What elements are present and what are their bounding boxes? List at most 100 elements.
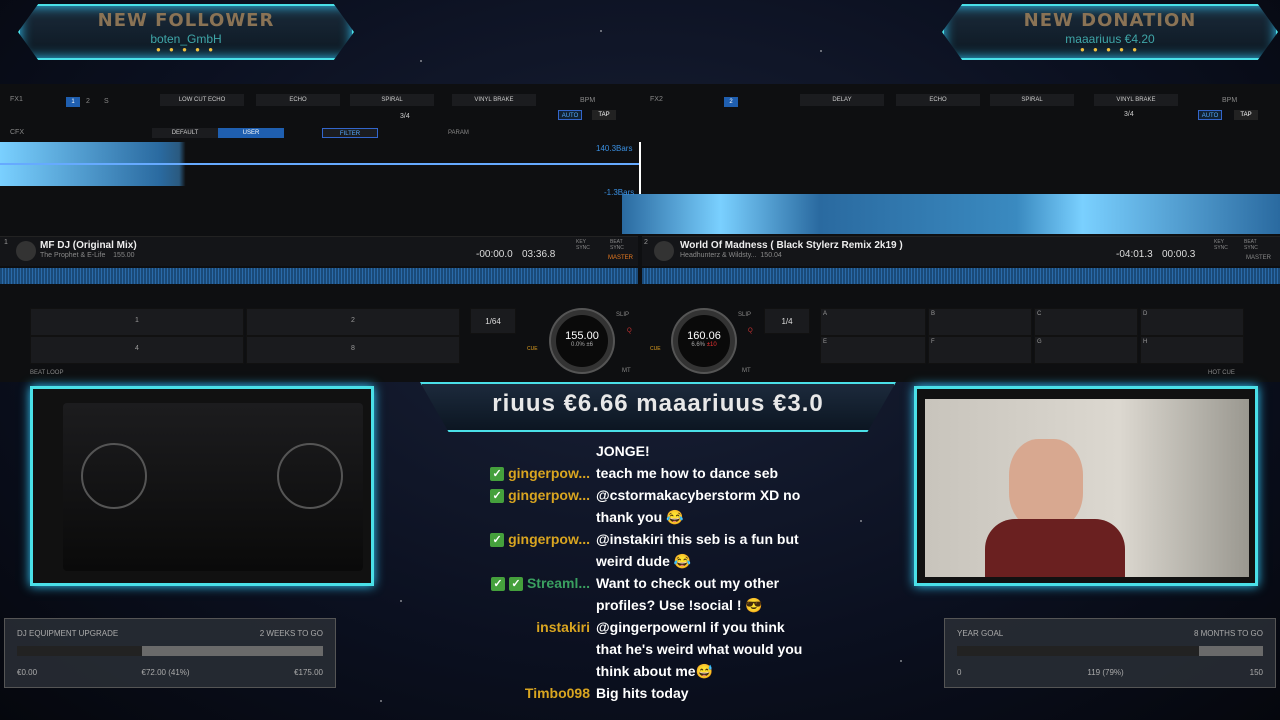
pad-4[interactable]: 4: [30, 336, 244, 364]
pad-1[interactable]: 1: [30, 308, 244, 336]
deck2-hot-cue-label: HOT CUE: [1208, 370, 1235, 376]
dj-software-window: FX1 1 2 S LOW CUT ECHO ECHO SPIRAL VINYL…: [0, 84, 1280, 382]
deck2-artist: Headhunterz & Wildsty...: [680, 252, 757, 259]
deck2-key-sync[interactable]: KEY SYNC: [1214, 239, 1230, 251]
fx1-slot-1[interactable]: 1: [66, 97, 80, 107]
deck2-cue[interactable]: CUE: [650, 346, 661, 352]
chat-message: ✓ ✓ Streaml... Want to check out my other p…: [490, 572, 810, 616]
deck2-jog-bpm: 160.06: [687, 330, 721, 342]
deck2-slip[interactable]: SLIP: [738, 312, 751, 318]
goal-time: 2 WEEKS TO GO: [259, 629, 323, 638]
deck2-jog-range: ±10: [706, 342, 717, 348]
chat-username[interactable]: ✓ gingerpow...: [490, 462, 596, 484]
chat-message: JONGE!: [490, 440, 810, 462]
hot-cue-b[interactable]: B: [928, 308, 1032, 336]
hot-cue-c[interactable]: C: [1034, 308, 1138, 336]
chat-text: JONGE!: [596, 443, 650, 459]
fx2-tap-button[interactable]: TAP: [1234, 110, 1258, 120]
chat-text: Want to check out my other profiles? Use…: [596, 575, 780, 613]
pad-2[interactable]: 2: [246, 308, 460, 336]
chat-username[interactable]: Timbo098: [490, 682, 596, 704]
fx2-effect-1[interactable]: DELAY: [800, 94, 884, 106]
deck1-number: 1: [4, 239, 8, 246]
hot-cue-e[interactable]: E: [820, 336, 926, 364]
fx2-effect-2[interactable]: ECHO: [896, 94, 980, 106]
chat-username[interactable]: ✓ gingerpow...: [490, 528, 596, 572]
chat-message: instakiri @gingerpowernl if you think tha…: [490, 616, 810, 682]
deck2-q[interactable]: Q: [748, 328, 753, 334]
fx1-effect-2[interactable]: ECHO: [256, 94, 340, 106]
chat-username[interactable]: ✓ gingerpow...: [490, 484, 596, 528]
hot-cue-f[interactable]: F: [928, 336, 1032, 364]
deck2-bpm: 150.04: [760, 252, 782, 259]
deck1-loop-size[interactable]: 1/64: [470, 308, 516, 334]
hot-cue-d[interactable]: D: [1140, 308, 1244, 336]
deck2-remaining: -04:01.3: [1116, 249, 1153, 260]
right-jog-wheel: [277, 443, 343, 509]
fx1-slot-s[interactable]: S: [104, 98, 109, 105]
chat-text: @instakiri this seb is a fun but weird d…: [596, 531, 799, 569]
cfx-tab-user[interactable]: USER: [218, 128, 284, 138]
deck1-bars: 140.3Bars: [596, 144, 633, 153]
year-goal: YEAR GOAL 8 MONTHS TO GO 0 119 (79%) 150: [944, 618, 1276, 688]
fx1-tap-button[interactable]: TAP: [592, 110, 616, 120]
deck1-info: 1 MF DJ (Original Mix) The Prophet & E-L…: [0, 236, 638, 266]
chat-message: Timbo098 Big hits today: [490, 682, 810, 704]
chat-username[interactable]: [490, 440, 596, 462]
fx2-bpm-label: BPM: [1222, 97, 1238, 104]
fx1-effect-1[interactable]: LOW CUT ECHO: [160, 94, 244, 106]
fx2-effect-4[interactable]: VINYL BRAKE: [1094, 94, 1178, 106]
deck1-cue[interactable]: CUE: [527, 346, 538, 352]
deck2-jog[interactable]: 160.06 6.6% ±10: [673, 310, 735, 372]
deck1-key-sync[interactable]: KEY SYNC: [576, 239, 592, 251]
chat-username[interactable]: ✓ ✓ Streaml...: [490, 572, 596, 616]
goal-min: €0.00: [17, 668, 38, 677]
cfx-label: CFX: [10, 129, 24, 136]
pad-8[interactable]: 8: [246, 336, 460, 364]
hot-cue-h[interactable]: H: [1140, 336, 1244, 364]
chat-text: @cstormakacyberstorm XD no thank you 😂: [596, 487, 801, 525]
deck1-jog[interactable]: 155.00 0.0% ±6: [551, 310, 613, 372]
deck1-slip[interactable]: SLIP: [616, 312, 629, 318]
deck1-mt[interactable]: MT: [622, 368, 631, 374]
fx2-slot-2[interactable]: 2: [724, 97, 738, 107]
deck2-beat-sync[interactable]: BEAT SYNC: [1244, 239, 1260, 251]
deck1-overview[interactable]: [0, 268, 638, 284]
fx2-effect-3[interactable]: SPIRAL: [990, 94, 1074, 106]
streamer-image: [925, 399, 1249, 577]
deck2-master[interactable]: MASTER: [1246, 255, 1271, 261]
fx1-effect-4[interactable]: VINYL BRAKE: [452, 94, 536, 106]
goal-current: €72.00 (41%): [141, 668, 190, 677]
deck1-beat-loop-label: BEAT LOOP: [30, 370, 64, 376]
alert-title: NEW DONATION: [1023, 10, 1197, 31]
alert-dots: ● ● ● ● ●: [155, 45, 217, 54]
donation-ticker: riuus €6.66 maaariuus €3.0: [420, 382, 896, 432]
hot-cue-a[interactable]: A: [820, 308, 926, 336]
fx2-beat-value: 3/4: [1124, 111, 1134, 118]
deck2-mt[interactable]: MT: [742, 368, 751, 374]
chat-panel: JONGE! ✓ gingerpow... teach me how to dance…: [490, 440, 810, 704]
goal-max: €175.00: [294, 668, 323, 677]
deck1-master[interactable]: MASTER: [608, 255, 633, 261]
donation-name: maaariuus €4.20: [1065, 32, 1155, 46]
deck2-total: 00:00.3: [1162, 249, 1196, 260]
deck2-overview[interactable]: [642, 268, 1280, 284]
cfx-tab-filter[interactable]: FILTER: [322, 128, 378, 138]
chat-username[interactable]: instakiri: [490, 616, 596, 682]
deck2-loop-size[interactable]: 1/4: [764, 308, 810, 334]
webcam: [914, 386, 1258, 586]
equipment-goal: DJ EQUIPMENT UPGRADE 2 WEEKS TO GO €0.00 €…: [4, 618, 336, 688]
deck2-info: 2 World Of Madness ( Black Stylerz Remix…: [642, 236, 1280, 266]
fx1-effect-3[interactable]: SPIRAL: [350, 94, 434, 106]
goal-min: 0: [957, 668, 962, 677]
fx1-auto-button[interactable]: AUTO: [558, 110, 582, 120]
fx1-slot-2[interactable]: 2: [86, 98, 90, 105]
deck1-q[interactable]: Q: [627, 328, 632, 334]
streamer-shirt: [985, 519, 1125, 577]
fx2-auto-button[interactable]: AUTO: [1198, 110, 1222, 120]
cfx-tab-default[interactable]: DEFAULT: [152, 128, 218, 138]
hot-cue-g[interactable]: G: [1034, 336, 1138, 364]
deck1-beat-sync[interactable]: BEAT SYNC: [610, 239, 626, 251]
follower-name: boten_GmbH: [150, 32, 222, 46]
left-jog-wheel: [81, 443, 147, 509]
